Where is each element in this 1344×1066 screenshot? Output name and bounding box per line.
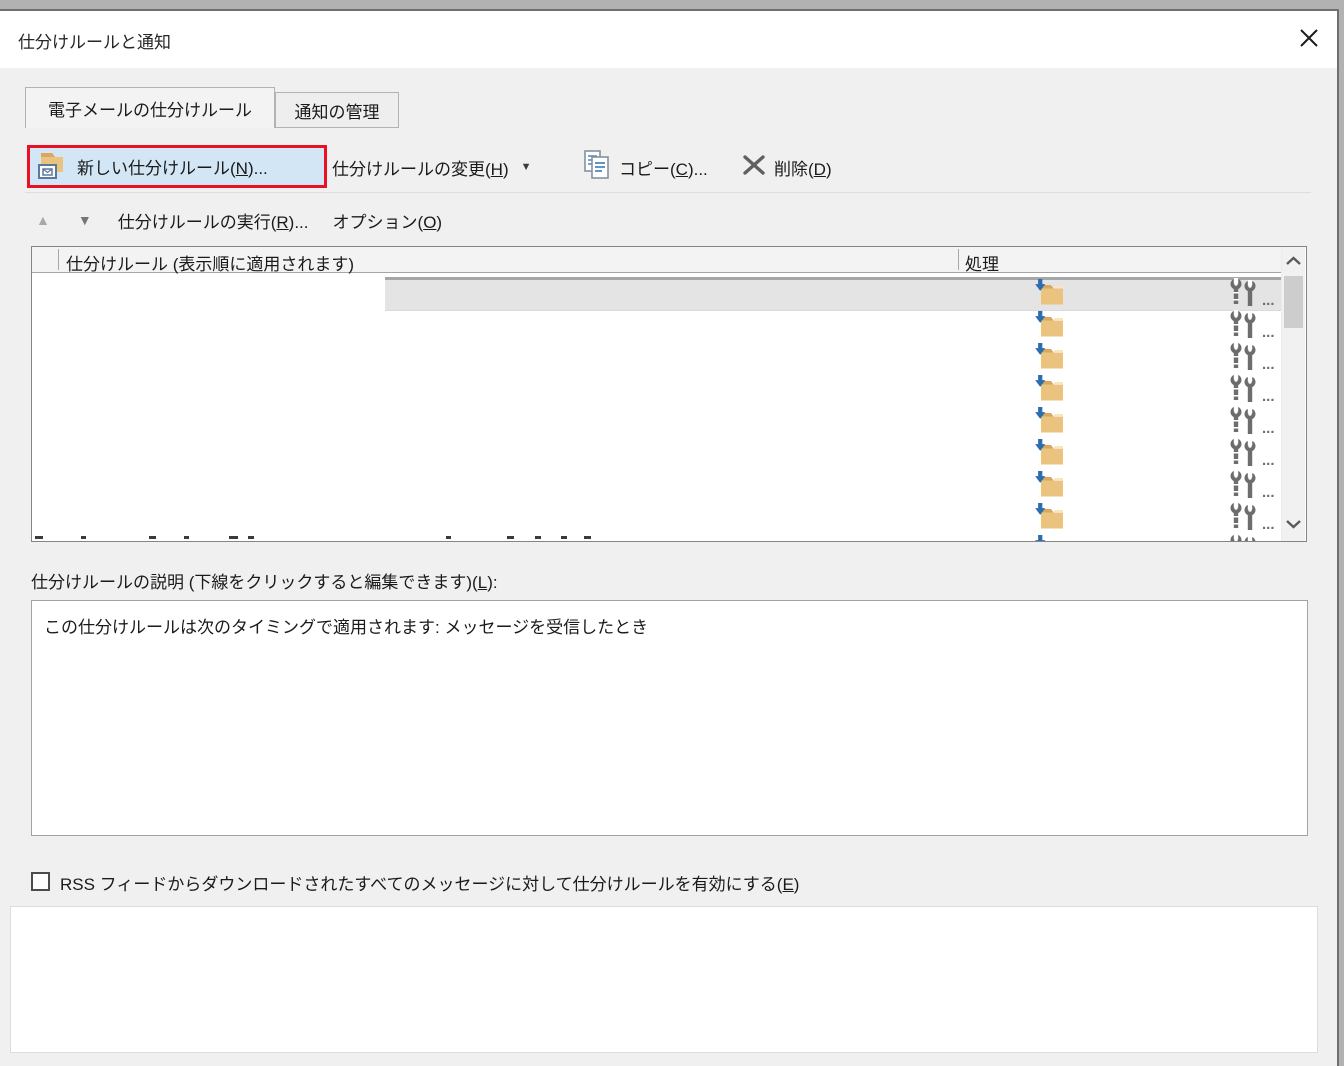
redacted-bottom-panel [10,906,1318,1053]
tab-label: 電子メールの仕分けルール [48,96,252,121]
rss-enable-option[interactable]: RSS フィードからダウンロードされたすべてのメッセージに対して仕分けルールを有… [31,870,799,895]
rule-column-header: 仕分けルール (表示順に適用されます) [66,250,354,275]
move-to-folder-icon [1035,311,1067,339]
move-rule-up-icon[interactable]: ▲ [36,213,50,227]
dialog-title: 仕分けルールと通知 [18,28,171,53]
options-button[interactable]: オプション(O) [333,208,443,233]
move-rule-down-icon[interactable]: ▼ [78,213,92,227]
action-ellipsis: ... [1262,453,1275,468]
rule-description-label: 仕分けルールの説明 (下線をクリックすると編集できます)(L): [31,568,498,593]
move-to-folder-icon [1035,279,1067,307]
custom-action-icon: ... [1229,374,1275,404]
change-rule-label: 仕分けルールの変更(H) [332,155,509,180]
move-to-folder-icon [1035,503,1067,531]
rss-checkbox-label: RSS フィードからダウンロードされたすべてのメッセージに対して仕分けルールを有… [60,870,799,895]
move-to-folder-icon [1035,375,1067,403]
tab-manage-alerts[interactable]: 通知の管理 [275,92,399,128]
selected-row-highlight [385,277,1281,311]
rules-list-header: 仕分けルール (表示順に適用されます) 処理 [32,247,1281,273]
action-ellipsis: ... [1262,485,1275,500]
table-row[interactable]: ... [32,469,1281,501]
action-ellipsis: ... [1262,421,1275,436]
action-ellipsis: ... [1262,357,1275,372]
scroll-up-icon[interactable] [1285,253,1302,271]
header-separator [958,249,959,270]
annotation-red-box: 新しい仕分けルール(N)... [27,145,327,188]
tab-email-rules[interactable]: 電子メールの仕分けルール [25,87,275,128]
rules-list-scrollbar[interactable] [1281,247,1305,541]
rules-and-alerts-dialog: { "window": { "title": "仕分けルールと通知" }, "t… [0,0,1344,1066]
close-button[interactable] [1292,24,1326,56]
toolbar-separator [25,192,1311,193]
move-to-folder-icon [1035,439,1067,467]
table-row[interactable]: ... [32,373,1281,405]
move-to-folder-icon [1035,343,1067,371]
rule-description-box: この仕分けルールは次のタイミングで適用されます: メッセージを受信したとき [31,600,1308,836]
action-ellipsis: ... [1262,325,1275,340]
table-row[interactable]: ... [32,437,1281,469]
custom-action-icon: ... [1229,534,1275,541]
custom-action-icon: ... [1229,310,1275,340]
rule-order-toolbar: ▲ ▼ 仕分けルールの実行(R)... オプション(O) [36,204,442,236]
move-to-folder-icon [1035,535,1067,541]
new-rule-icon [36,148,68,185]
custom-action-icon: ... [1229,342,1275,372]
table-row[interactable]: ... [32,405,1281,437]
action-column-header: 処理 [965,250,999,275]
rule-description-text: この仕分けルールは次のタイミングで適用されます: メッセージを受信したとき [44,613,648,638]
tab-label: 通知の管理 [295,98,380,123]
copy-label: コピー(C)... [619,155,708,180]
action-ellipsis: ... [1262,293,1275,308]
title-bar [0,11,1337,68]
header-separator [58,249,59,270]
move-to-folder-icon [1035,407,1067,435]
new-rule-button[interactable]: 新しい仕分けルール(N)... [30,148,324,185]
custom-action-icon: ... [1229,278,1275,308]
table-row[interactable]: ... [32,341,1281,373]
copy-icon [584,150,611,185]
run-rules-button[interactable]: 仕分けルールの実行(R)... [118,208,309,233]
delete-x-icon [742,153,766,182]
delete-label: 削除(D) [774,155,832,180]
rules-rows: ... [32,273,1281,541]
table-row[interactable]: ... [32,501,1281,533]
action-ellipsis: ... [1262,389,1275,404]
scroll-down-icon[interactable] [1285,516,1302,534]
custom-action-icon: ... [1229,470,1275,500]
action-ellipsis: ... [1262,517,1275,532]
change-rule-button[interactable]: 仕分けルールの変更(H) ▼ [332,149,532,185]
table-row[interactable]: ... [32,277,1281,309]
chevron-down-icon: ▼ [521,161,532,173]
move-to-folder-icon [1035,471,1067,499]
custom-action-icon: ... [1229,438,1275,468]
custom-action-icon: ... [1229,406,1275,436]
delete-rule-button[interactable]: 削除(D) [742,149,832,185]
table-row[interactable]: ... [32,309,1281,341]
close-icon [1298,27,1320,54]
scrollbar-thumb[interactable] [1284,276,1303,328]
table-row[interactable]: ... [32,533,1281,541]
new-rule-label: 新しい仕分けルール(N)... [77,154,268,179]
rss-checkbox[interactable] [31,872,50,891]
copy-rule-button[interactable]: コピー(C)... [584,149,708,185]
custom-action-icon: ... [1229,502,1275,532]
